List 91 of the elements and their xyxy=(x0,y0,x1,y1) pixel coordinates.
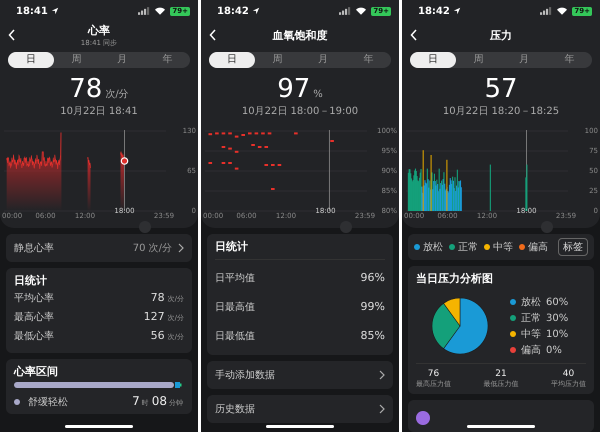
stat-label: 日最高值 xyxy=(215,300,256,314)
card-title: 日统计 xyxy=(215,239,385,260)
duration-number: 7 xyxy=(132,394,140,408)
legend-label: 中等 xyxy=(521,328,541,341)
scrubber-handle[interactable] xyxy=(139,221,151,233)
legend-label: 偏高 xyxy=(521,344,541,357)
screen-title: 心率 xyxy=(88,22,110,38)
current-value: 57 xyxy=(484,74,518,104)
stat-value: 76 xyxy=(428,369,440,379)
tag-button[interactable]: 标签 xyxy=(558,238,588,256)
card-title: 当日压力分析图 xyxy=(416,271,494,286)
legend-share: 60% xyxy=(546,296,568,308)
home-indicator xyxy=(266,425,334,428)
status-time: 18:41 xyxy=(16,6,48,16)
signal-icon xyxy=(138,7,150,15)
list-row[interactable]: 历史数据 xyxy=(207,395,393,423)
stat-label: 最高心率 xyxy=(14,310,55,324)
legend-label: 正常 xyxy=(458,240,478,254)
current-value: 78 xyxy=(69,74,102,104)
wifi-icon xyxy=(557,7,568,15)
row-label: 静息心率 xyxy=(14,242,55,255)
scrubber-handle[interactable] xyxy=(340,221,352,233)
card-title: 心率区间 xyxy=(14,364,59,379)
stat-value: 40 xyxy=(562,369,574,379)
wifi-icon xyxy=(356,7,366,15)
location-arrow-icon xyxy=(252,7,260,15)
legend-share: 0% xyxy=(546,344,562,356)
measurement-time: 10月22日 18:20－18:25 xyxy=(442,105,560,118)
stat-value: 99% xyxy=(360,300,385,313)
location-arrow-icon xyxy=(50,7,59,15)
legend-share: 10% xyxy=(546,328,568,340)
measurement-time: 10月22日 18:00－19:00 xyxy=(240,105,360,118)
wifi-icon xyxy=(155,7,166,15)
period-tab[interactable]: 月 xyxy=(99,52,144,68)
period-tab[interactable]: 日 xyxy=(209,52,254,68)
home-indicator xyxy=(65,425,133,428)
back-chevron-icon[interactable] xyxy=(8,29,16,41)
chevron-right-icon xyxy=(379,404,385,414)
screen-title: 血氧饱和度 xyxy=(272,28,328,42)
card-title: 日统计 xyxy=(14,273,48,288)
list-row[interactable]: 静息心率 70 次/分 xyxy=(6,234,192,262)
status-time: 18:42 xyxy=(418,6,450,16)
avatar-circle xyxy=(416,411,430,425)
period-tab[interactable]: 月 xyxy=(300,52,346,68)
stat-value: 96% xyxy=(360,271,385,284)
list-row[interactable]: 手动添加数据 xyxy=(207,361,393,389)
legend-share: 30% xyxy=(546,312,568,324)
legend-label: 放松 xyxy=(521,296,541,309)
legend-label: 放松 xyxy=(423,240,443,254)
stat-value: 127 xyxy=(144,310,165,323)
location-arrow-icon xyxy=(452,7,461,15)
stat-value: 78 xyxy=(150,291,165,304)
stat-value: 85% xyxy=(360,329,385,342)
chevron-right-icon xyxy=(379,370,385,380)
back-chevron-icon[interactable] xyxy=(410,29,418,41)
current-value: 97 xyxy=(277,74,310,104)
back-chevron-icon[interactable] xyxy=(209,29,217,41)
measurement-time: 10月22日 18:41 xyxy=(59,105,139,118)
legend-label: 偏高 xyxy=(528,240,548,254)
legend-label: 中等 xyxy=(493,240,513,254)
period-tab[interactable]: 年 xyxy=(144,52,190,68)
scrubber-handle[interactable] xyxy=(541,221,553,233)
screen-title: 压力 xyxy=(490,28,512,42)
value-unit: 次/分 xyxy=(105,88,129,101)
period-tab[interactable]: 日 xyxy=(8,52,54,68)
stat-label: 日平均值 xyxy=(215,272,256,284)
period-tab[interactable]: 周 xyxy=(54,52,99,68)
zone-label: 舒缓轻松 xyxy=(28,396,68,409)
signal-icon xyxy=(540,7,552,15)
period-tab[interactable]: 年 xyxy=(346,52,391,68)
row-value: 70 次/分 xyxy=(132,242,172,255)
period-tab[interactable]: 年 xyxy=(546,52,592,68)
selected-point-marker xyxy=(120,157,128,165)
stat-value: 56 xyxy=(150,329,165,342)
chevron-right-icon xyxy=(178,243,184,253)
status-time: 18:42 xyxy=(217,6,249,16)
duration-number: 08 xyxy=(152,394,167,408)
stat-value: 21 xyxy=(495,369,507,379)
stat-label: 平均心率 xyxy=(14,292,55,305)
period-tab[interactable]: 月 xyxy=(501,52,546,68)
row-label: 手动添加数据 xyxy=(215,368,276,382)
period-tab[interactable]: 日 xyxy=(410,52,456,68)
value-unit: % xyxy=(313,89,323,100)
legend-label: 正常 xyxy=(521,312,541,325)
row-label: 历史数据 xyxy=(215,402,256,416)
stat-label: 日最低值 xyxy=(215,330,256,342)
period-tab[interactable]: 周 xyxy=(456,52,501,68)
period-tab[interactable]: 周 xyxy=(254,52,300,68)
home-indicator xyxy=(467,425,535,428)
stat-label: 最低心率 xyxy=(14,330,55,343)
signal-icon xyxy=(339,7,352,15)
